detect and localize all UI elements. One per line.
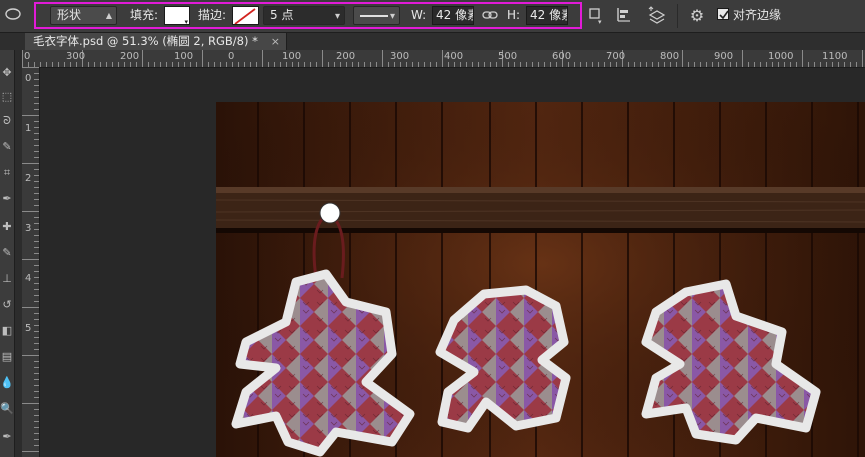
align-edges-label: 对齐边缘: [733, 8, 782, 22]
eraser-tool-icon[interactable]: ◧: [0, 324, 14, 338]
artwork-image: [215, 102, 865, 457]
svg-text:▾: ▾: [598, 18, 602, 25]
ruler-h-label: 0: [24, 51, 31, 62]
ruler-v-label: 5: [25, 323, 32, 334]
close-icon[interactable]: ×: [271, 33, 280, 50]
history-brush-tool-icon[interactable]: ↺: [0, 298, 14, 312]
ellipse-tool-icon[interactable]: [4, 7, 22, 21]
document-tab-bar: 毛衣字体.psd @ 51.3% (椭圆 2, RGB/8) * ×: [0, 33, 865, 51]
panel-collapse-strip[interactable]: [15, 50, 22, 457]
ruler-h-label: 1100: [822, 51, 848, 62]
clone-stamp-tool-icon[interactable]: ⊥: [0, 272, 14, 286]
move-tool-icon[interactable]: ✥: [0, 66, 14, 80]
ruler-h-label: 900: [714, 51, 734, 62]
brush-tool-icon[interactable]: ✎: [0, 246, 14, 260]
document-tab[interactable]: 毛衣字体.psd @ 51.3% (椭圆 2, RGB/8) * ×: [25, 33, 287, 50]
ruler-h-label: 200: [336, 51, 356, 62]
ruler-h-label: 100: [174, 51, 194, 62]
canvas-area[interactable]: [40, 68, 865, 457]
crop-tool-icon[interactable]: ⌗: [0, 166, 14, 180]
divider: [677, 4, 678, 28]
healing-brush-tool-icon[interactable]: ✚: [0, 220, 14, 234]
lasso-tool-icon[interactable]: ᘐ: [0, 114, 14, 128]
eyedropper-tool-icon[interactable]: ✒: [0, 192, 14, 206]
dodge-tool-icon[interactable]: 🔍: [0, 402, 14, 416]
ruler-h-label: 300: [66, 51, 86, 62]
ruler-h-label: 800: [660, 51, 680, 62]
blur-tool-icon[interactable]: 💧: [0, 376, 14, 390]
quick-select-tool-icon[interactable]: ✎: [0, 140, 14, 154]
document-canvas[interactable]: [215, 102, 865, 457]
marquee-tool-icon[interactable]: ⬚: [0, 90, 14, 104]
align-edges-checkbox[interactable]: [717, 8, 729, 20]
ruler-h-label: 700: [606, 51, 626, 62]
ruler-h-label: 500: [498, 51, 518, 62]
pen-tool-icon[interactable]: ✒: [0, 430, 14, 444]
path-arrangement-icon[interactable]: [646, 6, 668, 26]
ruler-h-label: 400: [444, 51, 464, 62]
gear-icon[interactable]: ⚙: [686, 6, 708, 26]
horizontal-ruler[interactable]: 0 300 200 100 0 100 200 300 400 500 600 700 800 900 10…: [22, 50, 865, 68]
ruler-v-label: 1: [25, 123, 32, 134]
gradient-tool-icon[interactable]: ▤: [0, 350, 14, 364]
tools-panel: ✥ ⬚ ᘐ ✎ ⌗ ✒ ✚ ✎ ⊥ ↺ ◧ ▤ 💧 🔍 ✒: [0, 50, 15, 457]
path-operations-icon[interactable]: ▾: [588, 7, 604, 26]
checkmark-icon: [719, 10, 729, 20]
ruler-h-label: 0: [228, 51, 235, 62]
ruler-h-label: 300: [390, 51, 410, 62]
ruler-v-label: 2: [25, 173, 32, 184]
ruler-v-label: 4: [25, 273, 32, 284]
ruler-v-label: 3: [25, 223, 32, 234]
ruler-v-label: 0: [25, 73, 32, 84]
document-tab-title: 毛衣字体.psd @ 51.3% (椭圆 2, RGB/8) *: [33, 34, 258, 48]
ruler-h-label: 200: [120, 51, 140, 62]
ruler-h-label: 100: [282, 51, 302, 62]
path-alignment-icon[interactable]: [616, 7, 634, 25]
options-highlight-box: [34, 2, 582, 29]
ruler-h-label: 600: [552, 51, 572, 62]
ruler-h-label: 1000: [768, 51, 794, 62]
vertical-ruler[interactable]: 0 1 2 3 4 5: [22, 67, 40, 457]
